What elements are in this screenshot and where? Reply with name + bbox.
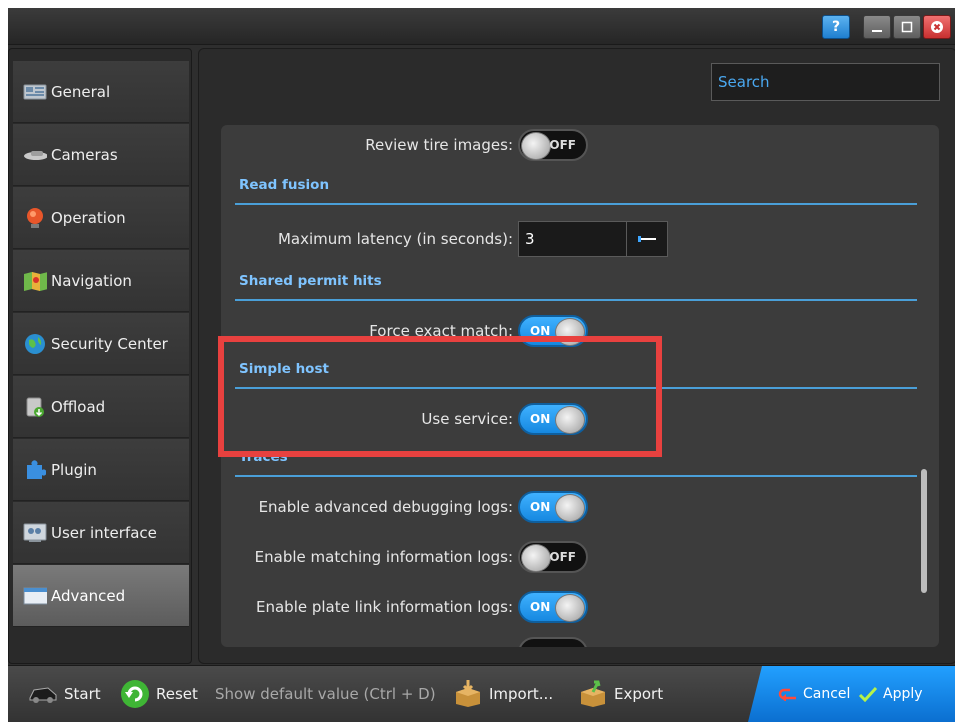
map-icon [23,271,47,291]
car-icon [28,683,58,705]
check-icon [858,686,878,702]
toggle-knob [521,544,551,572]
help-button[interactable]: ? [822,15,850,39]
cancel-button[interactable]: Cancel [778,666,850,722]
import-label: Import... [489,685,554,703]
partial-row [221,637,921,647]
sidebar-item-offload[interactable]: Offload [13,376,189,438]
slider-handle-icon[interactable] [626,222,667,256]
camera-icon [23,145,47,165]
general-icon [23,82,47,102]
max-latency-stepper[interactable] [518,221,668,257]
maximize-button[interactable] [893,15,921,39]
start-label: Start [64,685,101,703]
sidebar-item-operation[interactable]: Operation [13,187,189,249]
partial-toggle[interactable] [518,637,588,647]
reset-label: Reset [156,685,198,703]
bottom-toolbar: Start Reset Show default value (Ctrl + D… [8,665,955,722]
sidebar-item-user-interface[interactable]: User interface [13,502,189,564]
plate-link-logs-toggle[interactable]: ON [518,591,588,623]
import-button[interactable]: Import... [453,666,553,722]
start-button[interactable]: Start [28,666,101,722]
sidebar-item-label: Operation [51,208,126,227]
sidebar-item-label: Plugin [51,460,97,479]
toggle-knob [555,594,585,622]
review-tire-toggle[interactable]: OFF [518,129,588,161]
toggle-state: ON [530,600,551,614]
toggle-knob [555,494,585,522]
sidebar-item-label: User interface [51,523,157,542]
import-box-icon [453,680,483,708]
matching-logs-row: Enable matching information logs: OFF [221,537,921,577]
plate-link-logs-row: Enable plate link information logs: ON [221,587,921,627]
search-input[interactable] [712,64,939,100]
user-interface-icon [23,523,47,543]
minimize-icon [872,30,882,32]
window-icon [23,586,47,606]
apply-button[interactable]: Apply [858,666,923,722]
section-shared-permit-hits: Shared permit hits [235,269,917,301]
matching-logs-toggle[interactable]: OFF [518,541,588,573]
default-value-hint: Show default value (Ctrl + D) [215,666,436,722]
close-icon [931,21,943,33]
sidebar-item-general[interactable]: General [13,61,189,123]
sidebar-item-label: Cameras [51,145,118,164]
max-latency-row: Maximum latency (in seconds): [221,219,921,259]
section-title: Shared permit hits [239,273,382,289]
globe-icon [23,333,47,354]
sidebar-item-advanced[interactable]: Advanced [13,565,189,627]
hint-label: Show default value (Ctrl + D) [215,685,436,703]
puzzle-icon [23,459,47,480]
sidebar-item-plugin[interactable]: Plugin [13,439,189,501]
toggle-knob [521,132,551,160]
annotation-highlight-box [218,336,662,457]
minimize-button[interactable] [863,15,891,39]
sidebar-item-cameras[interactable]: Cameras [13,124,189,186]
apply-label: Apply [883,686,923,702]
action-bar: Cancel Apply [748,666,955,722]
plate-link-logs-label: Enable plate link information logs: [256,598,513,616]
cancel-label: Cancel [803,686,851,702]
export-label: Export [614,685,664,703]
toggle-state: OFF [549,138,576,152]
toggle-state: ON [530,500,551,514]
max-latency-input[interactable] [519,222,623,256]
max-latency-label: Maximum latency (in seconds): [277,230,513,248]
sidebar-item-navigation[interactable]: Navigation [13,250,189,312]
offload-icon [23,397,47,417]
sidebar-item-label: Navigation [51,271,132,290]
debug-logs-toggle[interactable]: ON [518,491,588,523]
sidebar-item-security-center[interactable]: Security Center [13,313,189,375]
export-button[interactable]: Export [578,666,663,722]
close-button[interactable] [923,15,951,39]
sidebar-item-label: Security Center [51,334,168,353]
review-tire-row: Review tire images: OFF [221,125,921,165]
refresh-icon [120,679,150,709]
sidebar-item-label: Advanced [51,586,126,605]
export-box-icon [578,680,608,708]
sidebar-item-label: Offload [51,397,106,416]
title-bar: ? [8,8,955,45]
maximize-icon [901,21,913,33]
undo-icon [778,687,798,701]
section-title: Read fusion [239,177,330,193]
section-read-fusion: Read fusion [235,173,917,205]
operation-icon [23,207,47,228]
sidebar: General Cameras Operation Navigation Sec… [8,48,192,664]
search-field[interactable] [711,63,940,101]
debug-logs-label: Enable advanced debugging logs: [258,498,513,516]
vertical-scrollbar[interactable] [921,133,929,639]
reset-button[interactable]: Reset [120,666,198,722]
review-tire-label: Review tire images: [365,136,513,154]
toggle-state: OFF [549,550,576,564]
matching-logs-label: Enable matching information logs: [254,548,513,566]
debug-logs-row: Enable advanced debugging logs: ON [221,487,921,527]
scrollbar-thumb[interactable] [921,469,927,593]
sidebar-item-label: General [51,82,111,101]
